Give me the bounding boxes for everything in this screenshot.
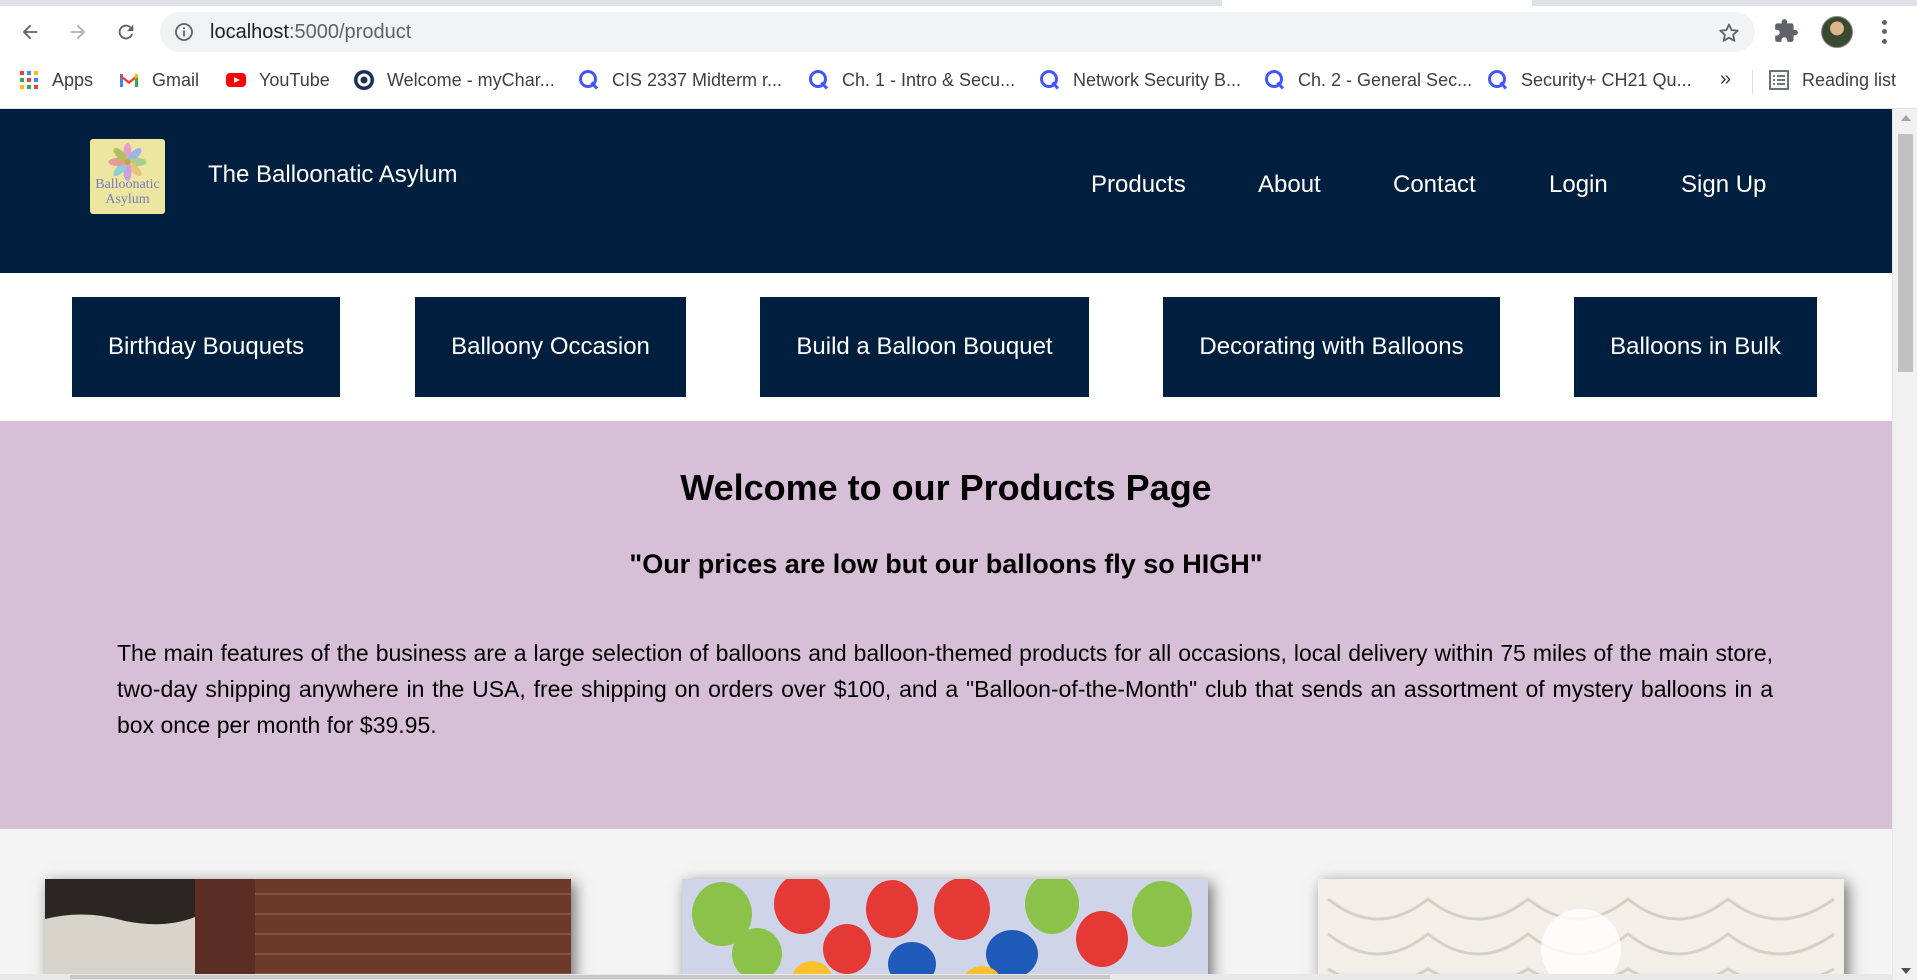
category-bar: Birthday Bouquets Balloony Occasion Buil… bbox=[0, 273, 1892, 421]
bookmark-label: Gmail bbox=[152, 69, 200, 90]
active-tab[interactable] bbox=[1222, 0, 1532, 6]
vertical-scrollbar[interactable] bbox=[1892, 109, 1917, 980]
reading-list-icon bbox=[1769, 70, 1789, 90]
category-bulk[interactable]: Balloons in Bulk bbox=[1574, 297, 1817, 397]
bookmark-quizlet-midterm[interactable]: CIS 2337 Midterm r... bbox=[578, 66, 782, 94]
hero-section: Welcome to our Products Page "Our prices… bbox=[0, 421, 1892, 829]
bookmarks-bar: Apps Gmail YouTube Welcome - myChar... C… bbox=[0, 62, 1917, 98]
quizlet-icon bbox=[1488, 70, 1508, 90]
bookmark-apps[interactable]: Apps bbox=[18, 66, 93, 94]
url-host: localhost bbox=[210, 21, 289, 43]
bookmark-quizlet-ch2[interactable]: Ch. 2 - General Sec... bbox=[1264, 66, 1472, 94]
bookmarks-divider bbox=[1752, 70, 1753, 94]
scroll-down-icon[interactable] bbox=[1901, 968, 1911, 974]
product-card-image[interactable] bbox=[682, 879, 1208, 980]
product-photo-brick-room bbox=[45, 879, 571, 980]
horizontal-scrollbar-thumb[interactable] bbox=[70, 975, 1110, 979]
bookmark-quizlet-ch21[interactable]: Security+ CH21 Qu... bbox=[1487, 66, 1692, 94]
product-card-image[interactable] bbox=[1318, 879, 1844, 980]
nav-contact[interactable]: Contact bbox=[1393, 171, 1476, 199]
bookmark-mycharleston[interactable]: Welcome - myChar... bbox=[353, 66, 555, 94]
category-build-a-bouquet[interactable]: Build a Balloon Bouquet bbox=[760, 297, 1089, 397]
browser-chrome: localhost:5000/product Apps Gmail YouTub… bbox=[0, 0, 1917, 109]
logo-text-line1: Balloonatic bbox=[95, 177, 160, 192]
reload-button[interactable] bbox=[108, 14, 144, 50]
logo-text-line2: Asylum bbox=[105, 192, 150, 207]
tab-strip bbox=[0, 0, 1917, 6]
reload-icon bbox=[118, 24, 134, 40]
college-seal-icon bbox=[354, 70, 374, 90]
site-name[interactable]: The Balloonatic Asylum bbox=[208, 161, 457, 189]
browser-menu-icon[interactable] bbox=[1872, 18, 1896, 46]
page-title: Welcome to our Products Page bbox=[680, 467, 1212, 508]
extensions-puzzle-icon[interactable] bbox=[1773, 18, 1799, 44]
business-description: The main features of the business are a … bbox=[117, 640, 1773, 738]
quizlet-icon bbox=[1040, 70, 1060, 90]
bookmark-youtube[interactable]: YouTube bbox=[225, 66, 330, 94]
bookmark-label: Apps bbox=[52, 69, 94, 90]
reading-list-button[interactable]: Reading list bbox=[1768, 66, 1896, 94]
nav-products[interactable]: Products bbox=[1091, 171, 1186, 199]
bookmark-label: YouTube bbox=[259, 69, 330, 90]
product-photo-balloon-bunch bbox=[682, 879, 1208, 980]
bookmark-label: CIS 2337 Midterm r... bbox=[612, 69, 783, 90]
bookmark-star-icon[interactable] bbox=[1717, 21, 1741, 45]
nav-login[interactable]: Login bbox=[1549, 171, 1608, 199]
site-info-icon[interactable] bbox=[174, 22, 194, 42]
category-balloony-occasion[interactable]: Balloony Occasion bbox=[415, 297, 686, 397]
category-decorating[interactable]: Decorating with Balloons bbox=[1163, 297, 1500, 397]
reading-list-label: Reading list bbox=[1802, 69, 1897, 90]
bookmark-gmail[interactable]: Gmail bbox=[118, 66, 199, 94]
arrow-left-icon bbox=[22, 24, 38, 40]
bookmark-label: Ch. 2 - General Sec... bbox=[1298, 69, 1473, 90]
bookmark-quizlet-network[interactable]: Network Security B... bbox=[1039, 66, 1241, 94]
tagline: "Our prices are low but our balloons fly… bbox=[629, 549, 1263, 579]
quizlet-icon bbox=[809, 70, 829, 90]
bookmark-label: Security+ CH21 Qu... bbox=[1521, 69, 1692, 90]
bookmark-label: Ch. 1 - Intro & Secu... bbox=[842, 69, 1016, 90]
bookmark-label: Welcome - myChar... bbox=[387, 69, 555, 90]
quizlet-icon bbox=[1265, 70, 1285, 90]
nav-signup[interactable]: Sign Up bbox=[1681, 171, 1766, 199]
forward-button[interactable] bbox=[60, 14, 96, 50]
bookmark-label: Network Security B... bbox=[1073, 69, 1242, 90]
arrow-right-icon bbox=[70, 24, 86, 40]
horizontal-scrollbar[interactable] bbox=[0, 974, 1892, 980]
more-bookmarks-button[interactable]: » bbox=[1720, 68, 1731, 91]
site-logo[interactable]: Balloonatic Asylum bbox=[90, 139, 165, 214]
back-button[interactable] bbox=[12, 14, 48, 50]
address-bar[interactable]: localhost:5000/product bbox=[160, 12, 1755, 52]
scroll-up-icon[interactable] bbox=[1901, 115, 1911, 121]
youtube-icon bbox=[226, 73, 246, 87]
url-text[interactable]: localhost:5000/product bbox=[210, 21, 411, 44]
page-viewport: Balloonatic Asylum The Balloonatic Asylu… bbox=[0, 109, 1892, 980]
apps-grid-icon bbox=[20, 71, 38, 89]
quizlet-icon bbox=[579, 70, 599, 90]
category-birthday-bouquets[interactable]: Birthday Bouquets bbox=[72, 297, 340, 397]
gmail-icon bbox=[120, 74, 138, 87]
product-card-image[interactable] bbox=[45, 879, 571, 980]
url-path: :5000/product bbox=[288, 21, 412, 43]
nav-about[interactable]: About bbox=[1258, 171, 1321, 199]
site-header: Balloonatic Asylum The Balloonatic Asylu… bbox=[0, 109, 1892, 273]
bookmark-quizlet-ch1[interactable]: Ch. 1 - Intro & Secu... bbox=[808, 66, 1015, 94]
profile-avatar[interactable] bbox=[1821, 16, 1853, 48]
scrollbar-thumb[interactable] bbox=[1898, 134, 1913, 372]
product-grid bbox=[0, 829, 1892, 980]
product-photo-white-decor bbox=[1318, 879, 1844, 980]
